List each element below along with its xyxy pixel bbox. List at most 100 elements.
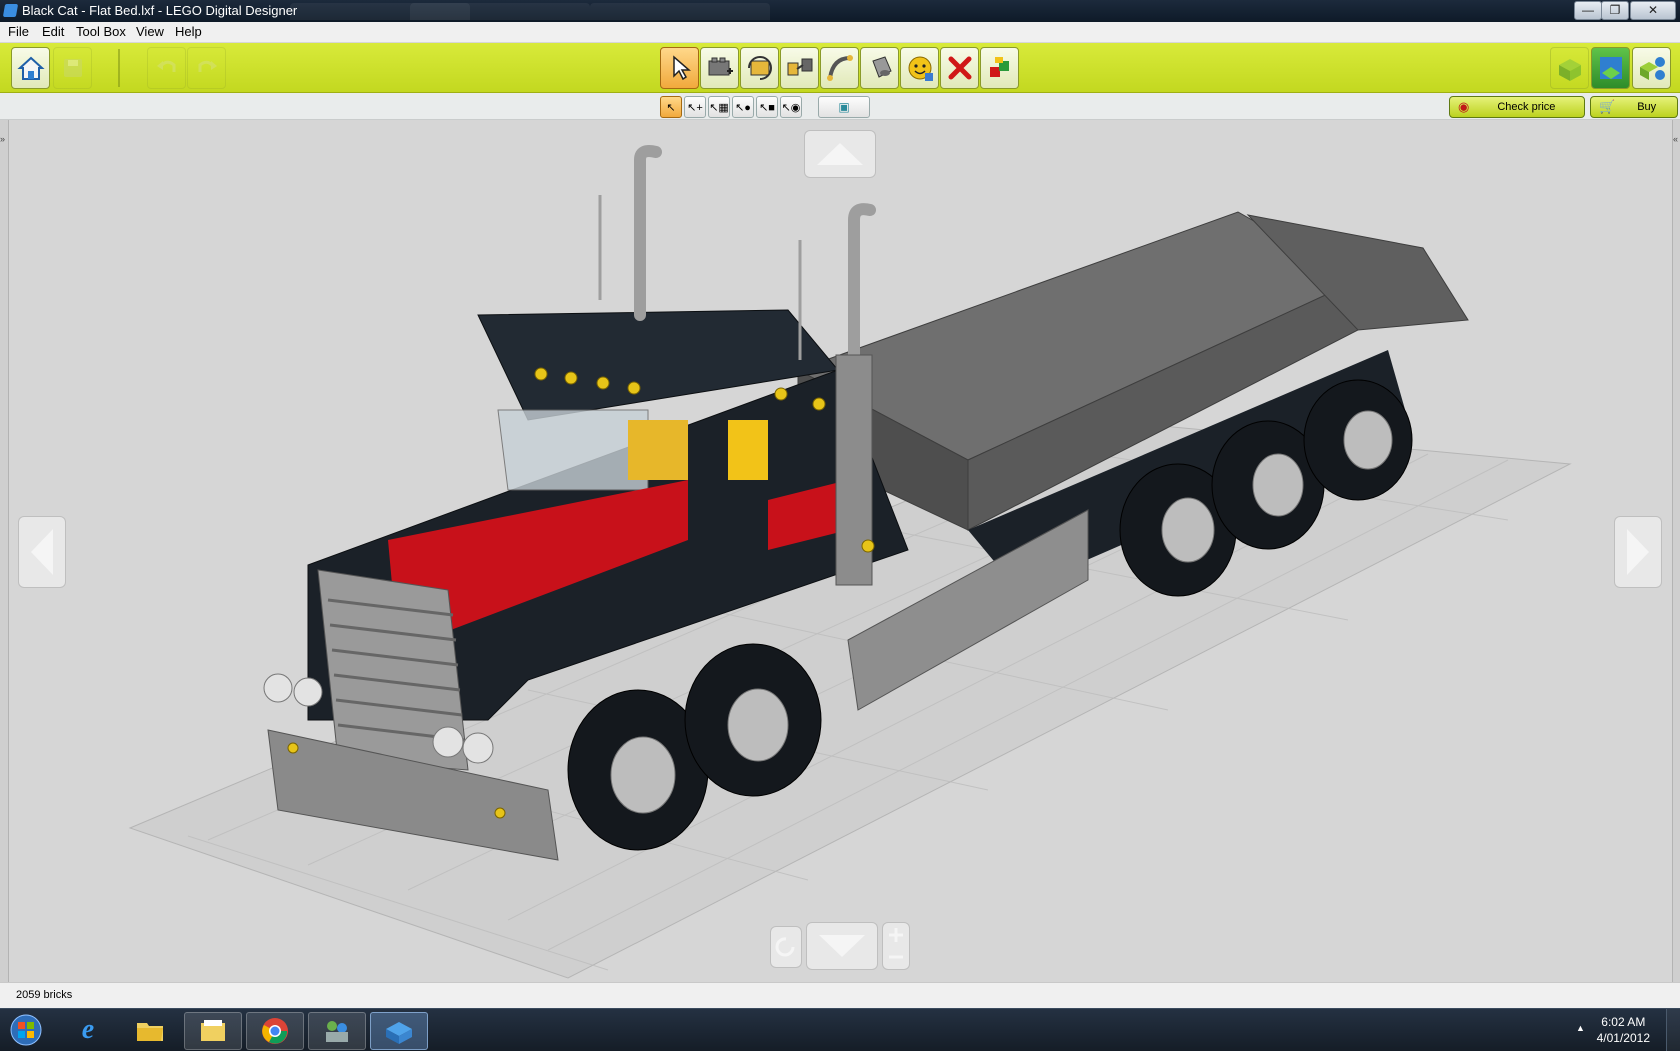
- reset-view-button[interactable]: [770, 926, 802, 968]
- minifig-head-icon: [908, 56, 933, 81]
- menu-file[interactable]: File: [8, 24, 29, 39]
- redo-button[interactable]: [187, 47, 226, 89]
- color-shape-select-button[interactable]: ↖◉: [780, 96, 802, 118]
- buy-label: Buy: [1637, 101, 1657, 113]
- rotate-right-button[interactable]: [1614, 516, 1662, 588]
- background-tab: [410, 3, 590, 20]
- undo-icon: [156, 60, 175, 72]
- clock-time: 6:02 AM: [1601, 1015, 1646, 1029]
- show-desktop-button[interactable]: [1666, 1009, 1680, 1051]
- hide-tool-button[interactable]: [980, 47, 1019, 89]
- menu-edit[interactable]: Edit: [42, 24, 64, 39]
- windows-taskbar: e ▲ 6:02 AM 4/01/2012: [0, 1008, 1680, 1051]
- selection-toolbar: ↖ ↖+ ↖▦ ↖● ↖■ ↖◉ ▣ ◉ Check price 🛒 Buy: [0, 93, 1680, 120]
- building-guide-icon: [1639, 57, 1665, 80]
- background-tab: [590, 3, 770, 20]
- file-cabinet-icon: [201, 1020, 225, 1041]
- title-bar: Black Cat - Flat Bed.lxf - LEGO Digital …: [0, 0, 1680, 22]
- internet-explorer-icon: e: [81, 1014, 95, 1045]
- cursor-arrow-icon: [672, 55, 691, 81]
- taskbar-explorer[interactable]: [122, 1012, 178, 1048]
- rotate-up-button[interactable]: [804, 130, 876, 178]
- building-guide-mode-button[interactable]: [1632, 47, 1671, 89]
- buy-button[interactable]: 🛒 Buy: [1590, 96, 1678, 118]
- select-tool-button[interactable]: [660, 47, 699, 89]
- taskbar-chrome[interactable]: [246, 1012, 304, 1050]
- zoom-controls[interactable]: [882, 922, 910, 970]
- view-mode-button[interactable]: [1591, 47, 1630, 89]
- rotate-down-button[interactable]: [806, 922, 878, 970]
- arrow-right-icon: [1627, 529, 1649, 575]
- build-mode-button[interactable]: [1550, 47, 1589, 89]
- delete-x-icon: [948, 56, 971, 80]
- taskbar-internet-explorer[interactable]: e: [60, 1012, 116, 1048]
- zoom-plus-minus-icon: [889, 928, 903, 959]
- expand-left-icon: »: [0, 134, 6, 144]
- folder-icon: [137, 1023, 163, 1041]
- multi-select-button[interactable]: ↖+: [684, 96, 706, 118]
- delete-tool-button[interactable]: [940, 47, 979, 89]
- paint-tool-button[interactable]: [860, 47, 899, 89]
- color-select-icon: ↖●: [735, 101, 751, 114]
- price-tag-icon: ◉: [1458, 99, 1470, 114]
- clock-date: 4/01/2012: [1596, 1031, 1650, 1045]
- home-icon: [16, 56, 45, 80]
- left-panel-collapsed[interactable]: »: [0, 120, 9, 982]
- connected-select-icon: ↖▦: [709, 101, 729, 114]
- invert-selection-button[interactable]: ▣: [818, 96, 870, 118]
- hinge-align-tool-button[interactable]: [780, 47, 819, 89]
- truck-model-scene: [128, 145, 1572, 979]
- minimize-icon: —: [1582, 3, 1594, 17]
- taskbar-network-app[interactable]: [308, 1012, 366, 1050]
- hinge-tool-button[interactable]: [740, 47, 779, 89]
- notification-area-arrow-icon[interactable]: ▲: [1576, 1023, 1585, 1033]
- build-canvas[interactable]: [8, 120, 1672, 982]
- restore-icon: ❐: [1609, 3, 1621, 17]
- network-users-icon: [326, 1021, 348, 1042]
- color-shape-select-icon: ↖◉: [781, 101, 801, 114]
- connected-select-button[interactable]: ↖▦: [708, 96, 730, 118]
- menu-toolbox[interactable]: Tool Box: [76, 24, 126, 39]
- arrow-down-icon: [819, 935, 865, 957]
- menu-view[interactable]: View: [136, 24, 164, 39]
- close-button[interactable]: ✕: [1630, 1, 1676, 20]
- expand-right-icon: «: [1673, 134, 1679, 144]
- menu-help[interactable]: Help: [175, 24, 202, 39]
- menu-bar: File Edit Tool Box View Help: [0, 22, 1680, 43]
- hinge-align-icon: [787, 58, 812, 76]
- save-button[interactable]: [53, 47, 92, 89]
- system-clock[interactable]: 6:02 AM 4/01/2012: [1597, 1014, 1650, 1046]
- single-select-icon: ↖: [666, 101, 676, 114]
- status-bar: 2059 bricks: [0, 982, 1680, 1008]
- undo-button[interactable]: [147, 47, 186, 89]
- flex-tool-button[interactable]: [820, 47, 859, 89]
- clone-tool-button[interactable]: [700, 47, 739, 89]
- color-select-button[interactable]: ↖●: [732, 96, 754, 118]
- start-button[interactable]: [4, 1012, 48, 1048]
- taskbar-file-manager[interactable]: [184, 1012, 242, 1050]
- minimize-button[interactable]: —: [1574, 1, 1602, 20]
- toolbar-divider: [118, 49, 120, 87]
- brick-count: 2059 bricks: [16, 989, 73, 1001]
- right-panel-collapsed[interactable]: «: [1672, 120, 1680, 982]
- clone-brick-icon: [708, 57, 733, 76]
- taskbar-lego-digital-designer[interactable]: [370, 1012, 428, 1050]
- single-select-button[interactable]: ↖: [660, 96, 682, 118]
- arrow-left-icon: [31, 529, 53, 575]
- home-button[interactable]: [11, 47, 50, 89]
- close-icon: ✕: [1647, 3, 1659, 17]
- flex-tube-icon: [826, 55, 853, 81]
- reset-rotation-icon: [775, 937, 795, 957]
- restore-button[interactable]: ❐: [1601, 1, 1629, 20]
- lego-app-icon: [2, 4, 19, 17]
- shape-select-icon: ↖■: [759, 101, 775, 114]
- decorate-tool-button[interactable]: [900, 47, 939, 89]
- shopping-cart-icon: 🛒: [1599, 99, 1616, 114]
- shape-select-button[interactable]: ↖■: [756, 96, 778, 118]
- hinge-rotate-icon: [747, 56, 772, 80]
- rotate-left-button[interactable]: [18, 516, 66, 588]
- window-title: Black Cat - Flat Bed.lxf - LEGO Digital …: [22, 3, 298, 18]
- check-price-button[interactable]: ◉ Check price: [1449, 96, 1585, 118]
- build-mode-icon: [1558, 59, 1581, 81]
- paint-bucket-icon: [871, 56, 892, 78]
